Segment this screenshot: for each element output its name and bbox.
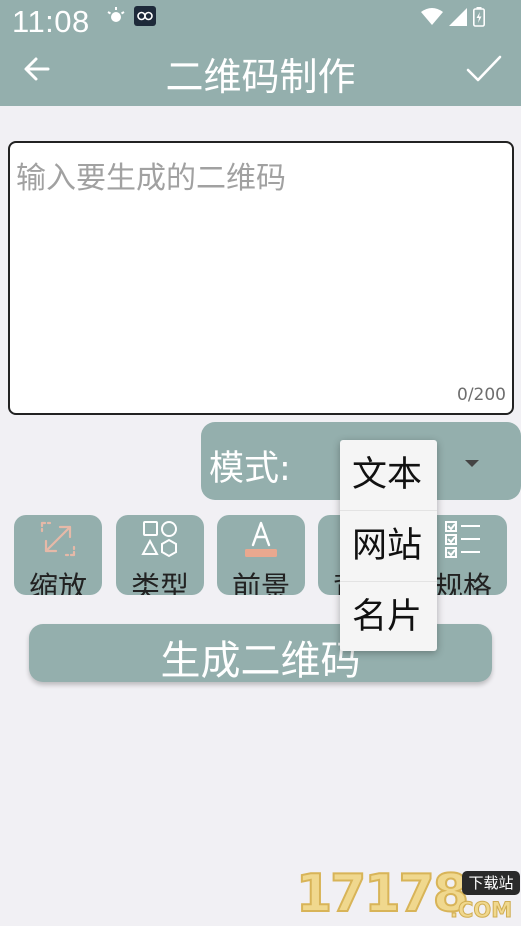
brightness-icon <box>107 7 125 22</box>
checklist-icon <box>445 521 480 558</box>
mode-dropdown-menu: 文本 网站 名片 <box>340 440 437 651</box>
caret-down-icon <box>465 460 479 467</box>
check-icon[interactable] <box>465 52 503 86</box>
char-counter: 0/200 <box>457 385 506 405</box>
text-color-icon <box>245 521 277 557</box>
status-time: 11:08 <box>12 4 90 39</box>
dropdown-option-text[interactable]: 文本 <box>340 440 437 510</box>
dropdown-option-card[interactable]: 名片 <box>340 582 437 652</box>
watermark-badge: 下载站 <box>462 871 520 895</box>
signal-icon <box>449 8 467 26</box>
tool-label: 前景 <box>231 570 290 595</box>
watermark-domain: .COM <box>449 898 513 923</box>
site-watermark: 17178 .COM 下载站 <box>295 863 521 926</box>
type-button[interactable]: 类型 <box>116 515 204 595</box>
watermark-number: 17178 <box>295 863 470 925</box>
status-icons-right <box>421 7 485 27</box>
mode-label: 模式: <box>209 449 291 489</box>
shapes-icon <box>141 521 177 558</box>
app-notification-icon <box>134 6 156 26</box>
app-header: 11:08 二维码制作 <box>0 0 521 106</box>
tool-label: 缩放 <box>28 570 87 595</box>
expand-arrows-icon <box>40 521 76 557</box>
zoom-button[interactable]: 缩放 <box>14 515 102 595</box>
foreground-button[interactable]: 前景 <box>217 515 305 595</box>
qr-content-input[interactable]: 输入要生成的二维码 0/200 <box>8 141 514 415</box>
status-icons-left <box>106 6 156 26</box>
wifi-icon <box>421 8 443 25</box>
dropdown-option-website[interactable]: 网站 <box>340 511 437 581</box>
tool-label: 类型 <box>130 570 189 595</box>
page-title: 二维码制作 <box>165 55 356 99</box>
input-placeholder: 输入要生成的二维码 <box>16 161 286 196</box>
battery-charging-icon <box>473 7 485 27</box>
